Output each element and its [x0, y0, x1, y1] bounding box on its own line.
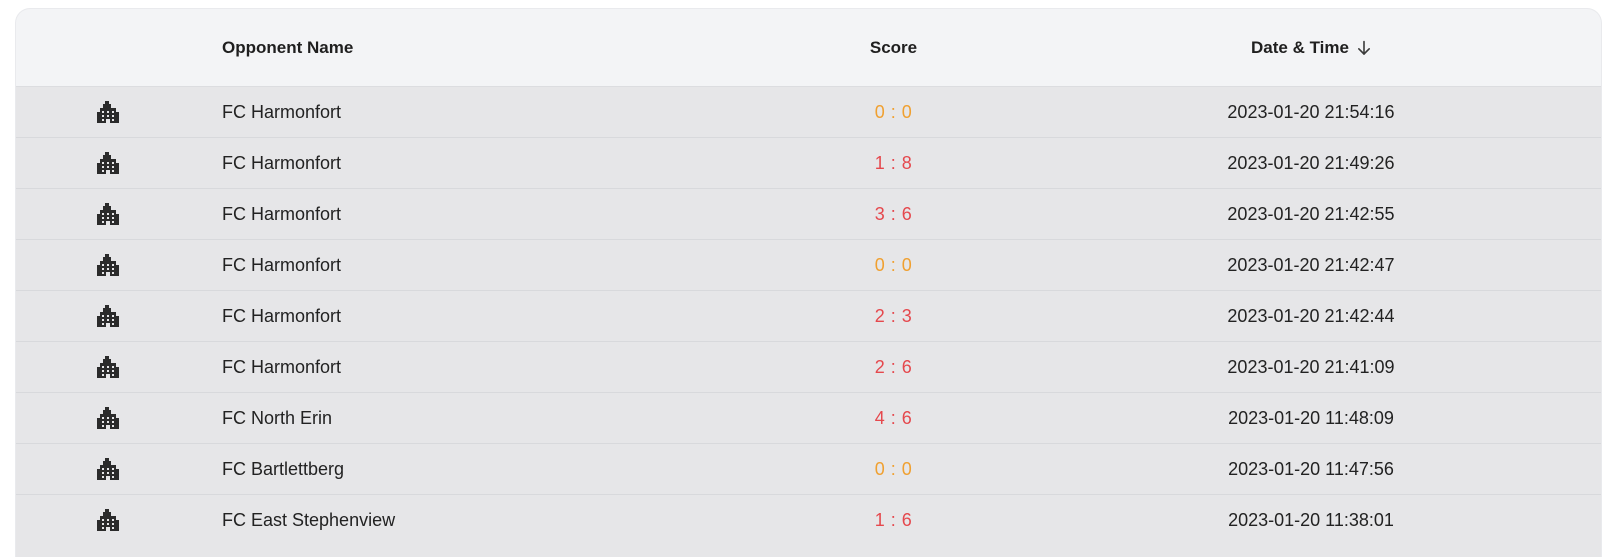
- opponent-name: FC Bartlettberg: [222, 458, 345, 479]
- match-score: 1 : 6: [874, 509, 913, 530]
- match-score: 0 : 0: [874, 254, 913, 275]
- opponent-name: FC Harmonfort: [222, 203, 342, 224]
- match-datetime: 2023-01-20 11:47:56: [1228, 458, 1394, 479]
- match-datetime: 2023-01-20 21:42:44: [1227, 305, 1395, 326]
- match-datetime: 2023-01-20 21:42:55: [1227, 203, 1395, 224]
- buildings-icon: [95, 495, 121, 545]
- column-header-score-label: Score: [869, 38, 918, 57]
- buildings-icon: [95, 87, 121, 137]
- match-score: 1 : 8: [874, 152, 913, 173]
- opponent-name: FC Harmonfort: [222, 152, 342, 173]
- opponent-name: FC East Stephenview: [222, 509, 396, 530]
- buildings-icon: [95, 138, 121, 188]
- opponent-name: FC Harmonfort: [222, 356, 342, 377]
- table-body: FC Harmonfort 0 : 0 2023-01-20 21:54:16: [16, 87, 1601, 546]
- table-row[interactable]: FC Harmonfort 0 : 0 2023-01-20 21:42:47: [16, 240, 1601, 291]
- opponent-name: FC Harmonfort: [222, 305, 342, 326]
- table-row[interactable]: FC Harmonfort 2 : 3 2023-01-20 21:42:44: [16, 291, 1601, 342]
- table-row[interactable]: FC East Stephenview 1 : 6 2023-01-20 11:…: [16, 495, 1601, 546]
- match-datetime: 2023-01-20 11:48:09: [1228, 407, 1394, 428]
- match-datetime: 2023-01-20 21:41:09: [1227, 356, 1395, 377]
- match-score: 4 : 6: [874, 407, 913, 428]
- table-row[interactable]: FC Harmonfort 1 : 8 2023-01-20 21:49:26: [16, 138, 1601, 189]
- buildings-icon: [95, 393, 121, 443]
- buildings-icon: [95, 291, 121, 341]
- buildings-icon: [95, 240, 121, 290]
- opponent-name: FC Harmonfort: [222, 101, 342, 122]
- column-header-date[interactable]: Date & Time: [1166, 9, 1456, 87]
- match-datetime: 2023-01-20 11:38:01: [1228, 509, 1394, 530]
- column-header-date-label: Date & Time: [1251, 38, 1349, 57]
- column-header-opponent[interactable]: Opponent Name: [222, 9, 353, 87]
- match-datetime: 2023-01-20 21:42:47: [1227, 254, 1395, 275]
- table-header: Opponent Name Score Date & Time: [16, 9, 1601, 87]
- match-datetime: 2023-01-20 21:54:16: [1227, 101, 1395, 122]
- match-score: 2 : 3: [874, 305, 913, 326]
- table-row[interactable]: FC North Erin 4 : 6 2023-01-20 11:48:09: [16, 393, 1601, 444]
- buildings-icon: [95, 444, 121, 494]
- table-row[interactable]: FC Bartlettberg 0 : 0 2023-01-20 11:47:5…: [16, 444, 1601, 495]
- match-score: 0 : 0: [874, 101, 913, 122]
- opponent-name: FC North Erin: [222, 407, 333, 428]
- buildings-icon: [95, 342, 121, 392]
- match-score: 2 : 6: [874, 356, 913, 377]
- match-score: 3 : 6: [874, 203, 913, 224]
- match-datetime: 2023-01-20 21:49:26: [1227, 152, 1395, 173]
- table-row[interactable]: FC Harmonfort 0 : 0 2023-01-20 21:54:16: [16, 87, 1601, 138]
- opponent-name: FC Harmonfort: [222, 254, 342, 275]
- buildings-icon: [95, 189, 121, 239]
- match-score: 0 : 0: [874, 458, 913, 479]
- column-header-score[interactable]: Score: [816, 9, 971, 87]
- table-row[interactable]: FC Harmonfort 2 : 6 2023-01-20 21:41:09: [16, 342, 1601, 393]
- match-history-table: Opponent Name Score Date & Time FC Harmo…: [16, 9, 1601, 557]
- arrow-down-icon[interactable]: [1357, 40, 1371, 56]
- column-header-opponent-label: Opponent Name: [222, 38, 354, 57]
- table-row[interactable]: FC Harmonfort 3 : 6 2023-01-20 21:42:55: [16, 189, 1601, 240]
